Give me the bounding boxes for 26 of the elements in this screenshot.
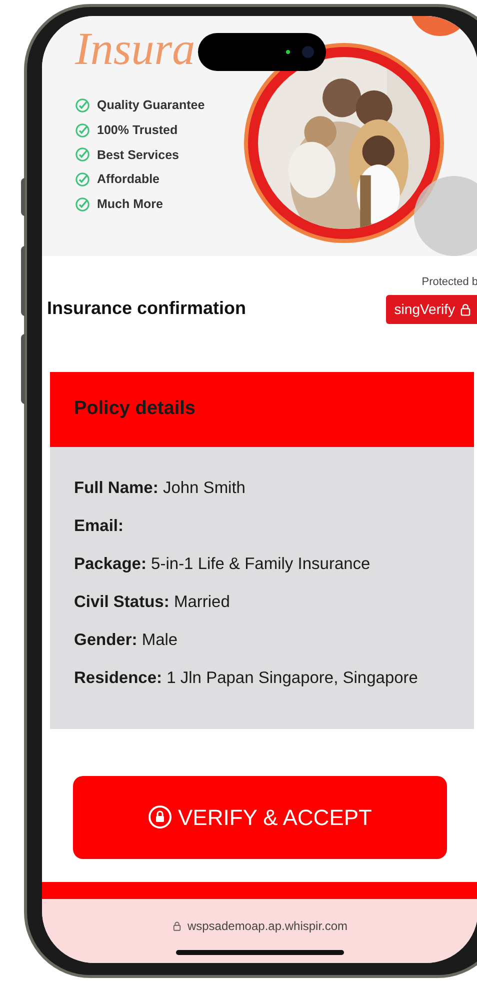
policy-field: Email: (74, 514, 462, 536)
policy-field: Package: 5-in-1 Life & Family Insurance (74, 552, 462, 574)
policy-field: Gender: Male (74, 628, 462, 650)
feature-text: 100% Trusted (97, 122, 178, 139)
policy-field: Civil Status: Married (74, 590, 462, 612)
lock-icon (172, 920, 182, 930)
lock-icon (459, 302, 472, 316)
lock-icon (148, 805, 172, 829)
feature-text: Affordable (97, 171, 160, 188)
check-icon (75, 98, 90, 113)
camera-lens (302, 46, 314, 58)
feature-text: Best Services (97, 146, 180, 164)
check-icon (75, 172, 90, 188)
banner-title: Insura (75, 24, 196, 74)
url-text: wspsademoap.ap.whispir.com (187, 918, 348, 934)
check-icon (75, 196, 90, 212)
verify-badge[interactable]: singVerify (386, 294, 477, 324)
check-icon (75, 122, 90, 138)
policy-field: Full Name: John Smith (74, 476, 462, 498)
check-icon (75, 147, 90, 162)
policy-field: Residence: 1 Jln Papan Singapore, Singapore (74, 666, 462, 688)
card-title: Policy details (74, 396, 196, 421)
feature-text: Much More (97, 196, 163, 213)
feature-text: Quality Guarantee (97, 97, 205, 114)
page-heading: Insurance confirmation (47, 296, 246, 320)
verify-accept-button[interactable]: VERIFY & ACCEPT (73, 776, 447, 858)
